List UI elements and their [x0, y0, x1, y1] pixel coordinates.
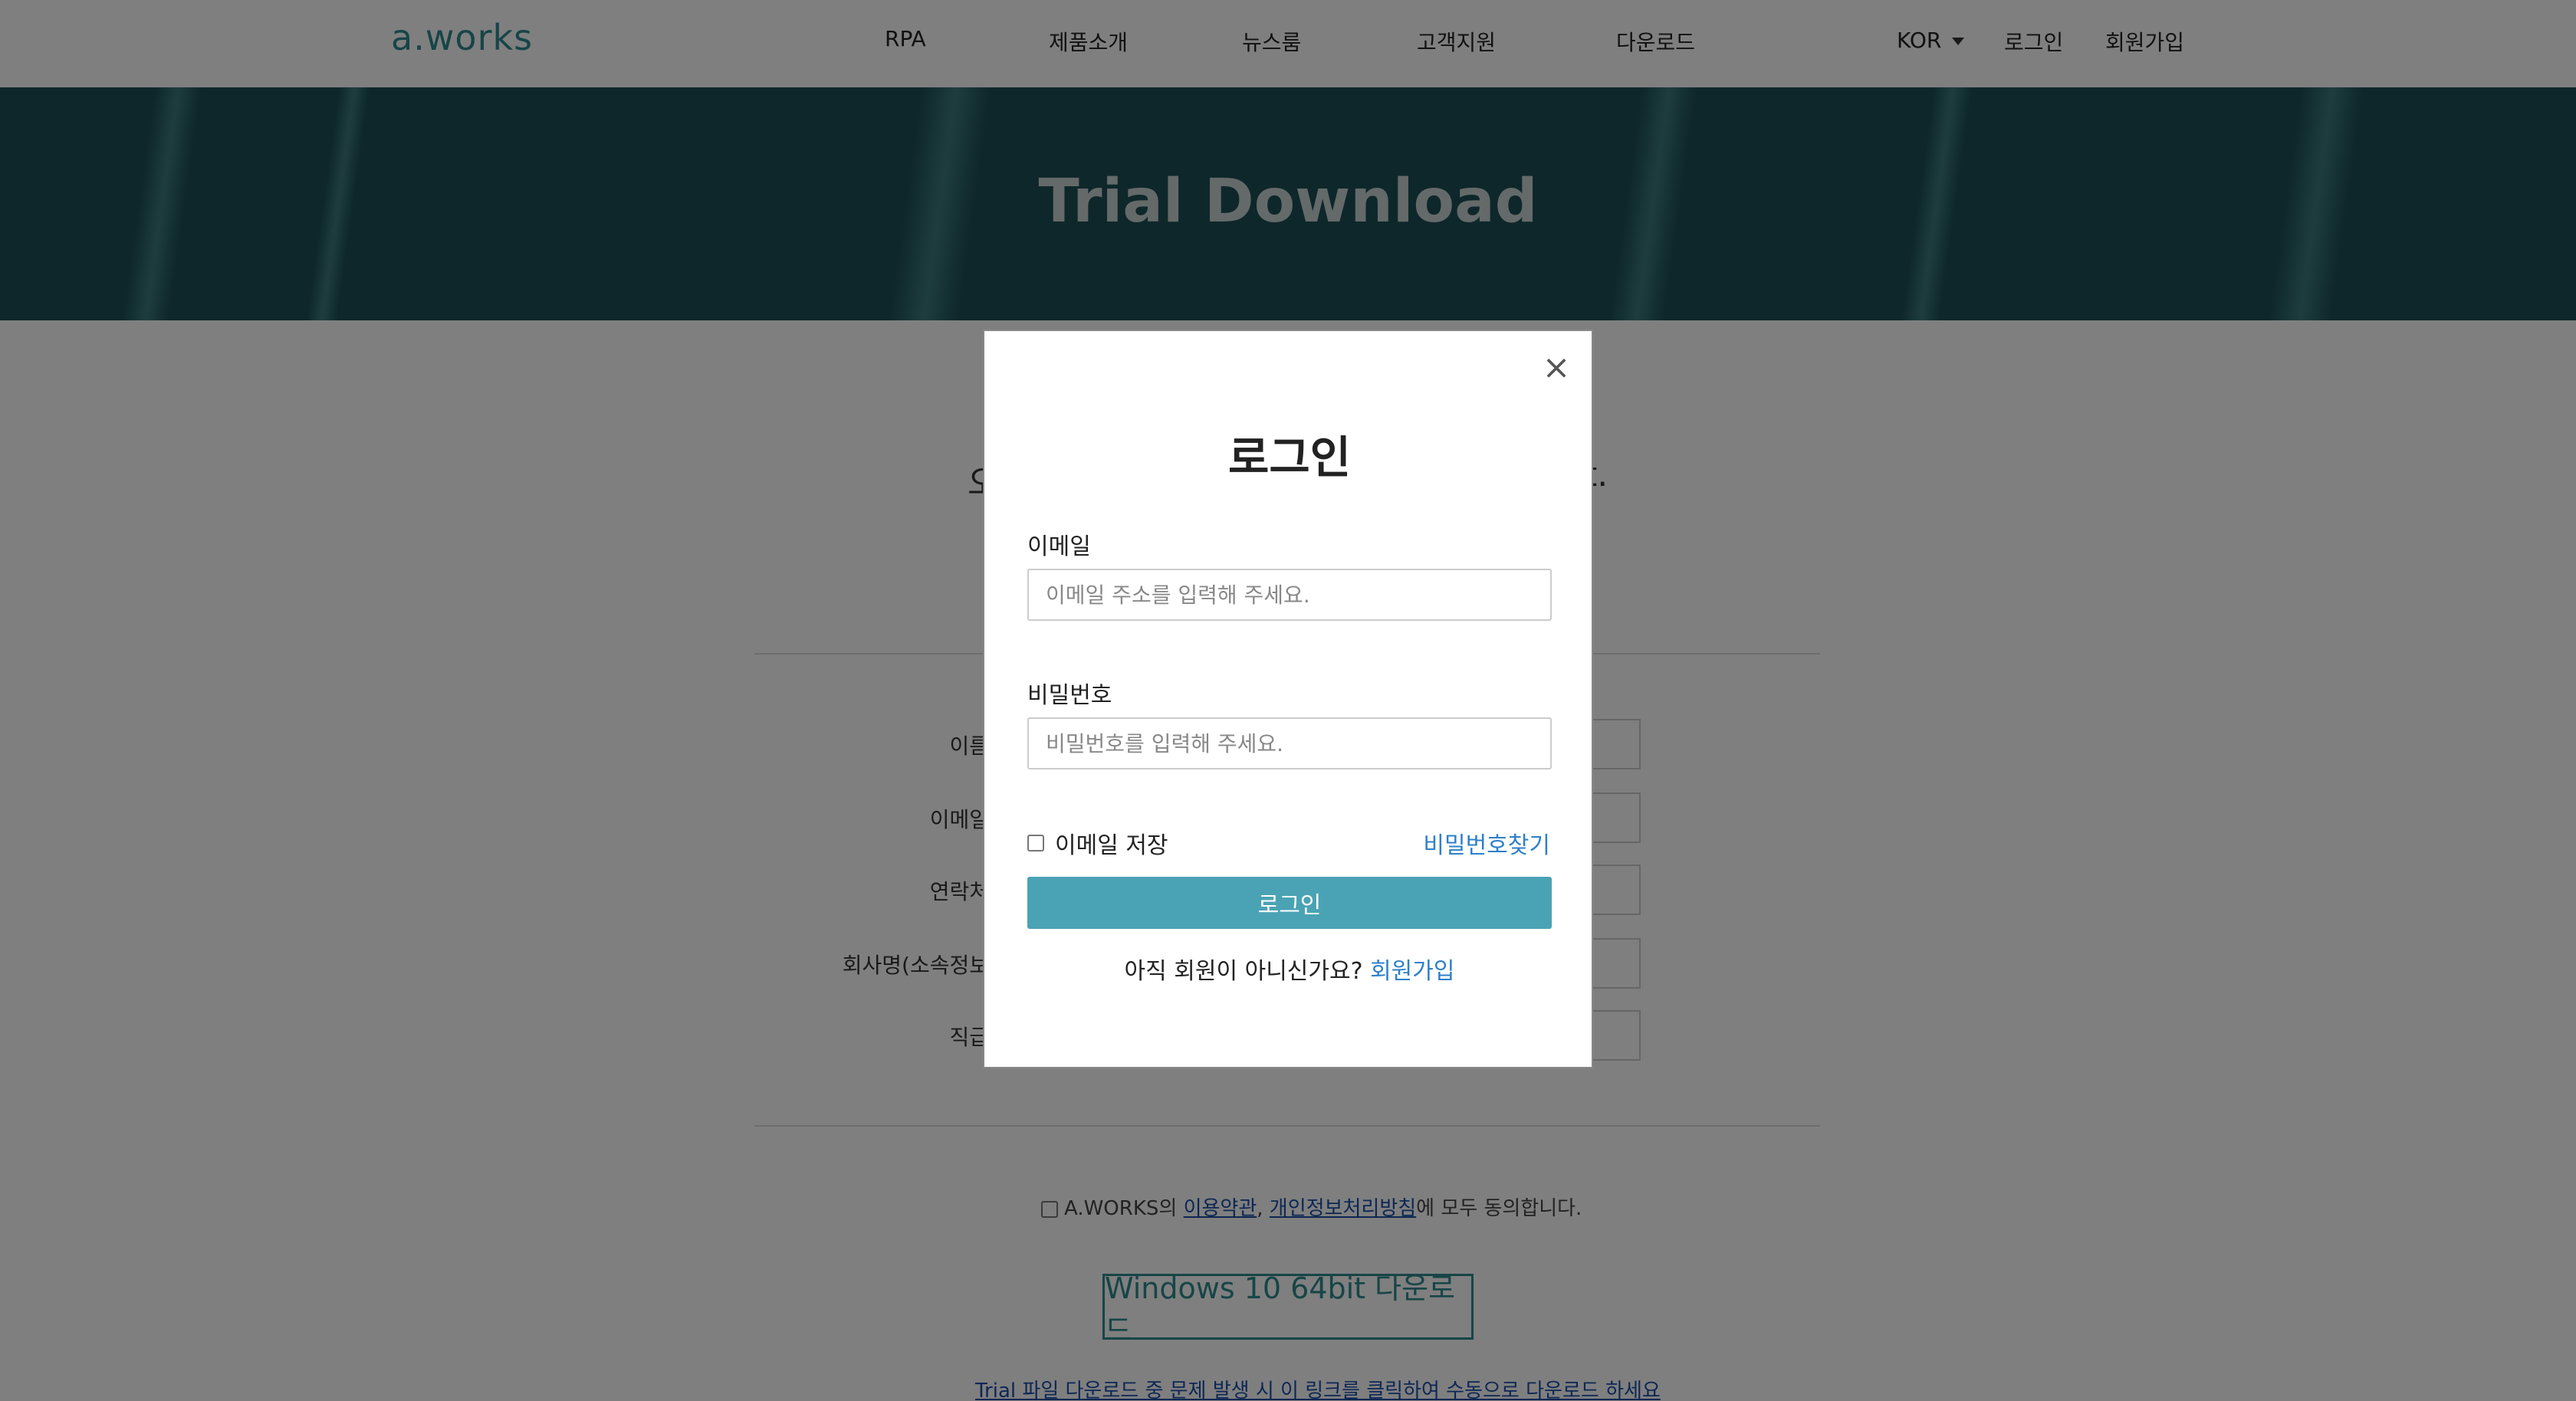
- remember-label: 이메일 저장: [1055, 832, 1168, 859]
- email-input[interactable]: [1027, 569, 1552, 621]
- signup-prompt: 아직 회원이 아니신가요?: [1124, 958, 1363, 985]
- signup-link[interactable]: 회원가입: [1370, 958, 1454, 985]
- signup-prompt-row: 아직 회원이 아니신가요? 회원가입: [984, 952, 1595, 986]
- find-password-link[interactable]: 비밀번호찾기: [1423, 826, 1550, 860]
- email-label: 이메일: [1027, 533, 1091, 560]
- remember-email[interactable]: 이메일 저장: [1027, 826, 1168, 860]
- password-label: 비밀번호: [1027, 682, 1112, 709]
- password-input[interactable]: [1027, 717, 1552, 769]
- login-modal: × 로그인 이메일 비밀번호 이메일 저장 비밀번호찾기 로그인 아직 회원이 …: [983, 330, 1593, 1068]
- close-icon[interactable]: ×: [1538, 349, 1575, 386]
- login-button[interactable]: 로그인: [1027, 877, 1552, 929]
- remember-checkbox[interactable]: [1027, 835, 1044, 851]
- modal-title: 로그인: [1227, 431, 1352, 484]
